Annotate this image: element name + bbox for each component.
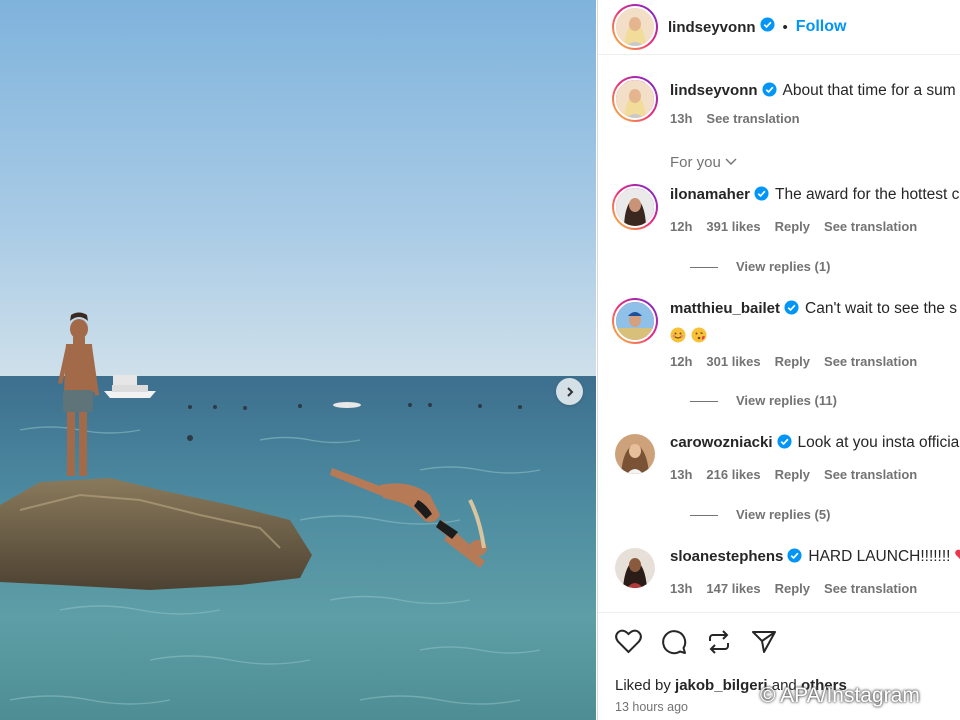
verified-badge-icon [762,82,777,102]
avatar[interactable] [612,4,658,50]
comment-meta: 12h 391 likes Reply See translation [670,219,931,234]
kissing-face-emoji [691,327,707,348]
caption-text: About that time for a sum [782,82,956,99]
see-translation-button[interactable]: See translation [824,354,917,369]
posted-time: 13 hours ago [615,700,688,714]
comment-meta: 13h 216 likes Reply See translation [670,467,931,482]
view-replies-button[interactable]: View replies (5) [690,507,830,522]
comment-text: Look at you insta officia [797,434,960,451]
comment-likes[interactable]: 147 likes [706,581,760,596]
view-replies-label: View replies (1) [736,259,831,274]
comment-avatar[interactable] [612,298,658,344]
sort-label: For you [670,154,721,171]
reply-button[interactable]: Reply [775,219,810,234]
follow-button[interactable]: Follow [796,18,847,36]
beach-scene-image [0,0,596,720]
verified-badge-icon [787,548,802,568]
verified-badge-icon [760,17,775,37]
smiling-face-emoji [670,327,686,348]
verified-badge-icon [777,434,792,454]
chevron-right-icon [564,386,576,398]
reply-button[interactable]: Reply [775,467,810,482]
liked-user[interactable]: jakob_bilgeri [675,677,768,694]
reply-button[interactable]: Reply [775,581,810,596]
repost-icon[interactable] [706,629,732,660]
view-replies-button[interactable]: View replies (1) [690,259,830,274]
see-translation-button[interactable]: See translation [824,467,917,482]
comment-line: sloanestephens HARD LAUNCH!!!!!!! [670,548,960,568]
post-photo[interactable] [0,0,596,720]
comment-likes[interactable]: 216 likes [706,467,760,482]
comment-username[interactable]: carowozniacki [670,434,773,454]
see-translation-button[interactable]: See translation [824,581,917,596]
comment-username[interactable]: sloanestephens [670,548,783,568]
verified-badge-icon [784,300,799,320]
comment-line: matthieu_bailet Can't wait to see the s [670,300,957,320]
divider-line [690,515,718,517]
comment-line: carowozniacki Look at you insta officia [670,434,959,454]
comment-text: Can't wait to see the s [805,300,958,317]
liked-prefix: Liked by [615,677,676,694]
comment-time: 13h [670,581,693,596]
comment-icon[interactable] [661,629,687,660]
comment-time: 12h [670,354,693,369]
header-username[interactable]: lindseyvonn [668,19,756,36]
next-photo-button[interactable] [556,378,583,405]
share-icon[interactable] [751,629,777,660]
photo-credit-watermark: © APA/Instagram [760,684,920,707]
comment-avatar[interactable] [612,184,658,230]
instagram-post-view: lindseyvonn • Follow lindseyvonn About t… [0,0,960,720]
comment-meta: 12h 301 likes Reply See translation [670,354,931,369]
caption-see-translation[interactable]: See translation [706,111,799,126]
comment-text: The award for the hottest c [775,186,960,203]
separator-dot: • [782,18,788,36]
see-translation-button[interactable]: See translation [824,219,917,234]
view-replies-label: View replies (5) [736,507,831,522]
action-icons [615,629,777,660]
comment-avatar[interactable] [615,548,655,588]
comment-text: HARD LAUNCH!!!!!!! [808,548,951,565]
divider-line [690,267,718,269]
view-replies-button[interactable]: View replies (11) [690,393,837,408]
comments-panel: lindseyvonn • Follow lindseyvonn About t… [597,0,960,720]
caption-time: 13h [670,111,693,126]
heart-icon[interactable] [615,629,642,660]
comment-likes[interactable]: 391 likes [706,219,760,234]
comment-meta: 13h 147 likes Reply See translation [670,581,931,596]
comment-username[interactable]: matthieu_bailet [670,300,780,320]
comment-time: 13h [670,467,693,482]
comment-avatar[interactable] [615,434,655,474]
chevron-down-icon [725,154,737,171]
caption-avatar[interactable] [612,76,658,122]
comment-line: ilonamaher The award for the hottest c [670,186,959,206]
heart-emoji [954,548,960,568]
divider-line [690,401,718,403]
comment-likes[interactable]: 301 likes [706,354,760,369]
view-replies-label: View replies (11) [736,393,837,408]
reply-button[interactable]: Reply [775,354,810,369]
comment-emojis [670,327,707,348]
comment-username[interactable]: ilonamaher [670,186,750,206]
caption-username[interactable]: lindseyvonn [670,82,758,102]
comment-time: 12h [670,219,693,234]
verified-badge-icon [754,186,769,206]
comment-sort-dropdown[interactable]: For you [670,154,737,171]
post-header: lindseyvonn • Follow [598,0,960,55]
